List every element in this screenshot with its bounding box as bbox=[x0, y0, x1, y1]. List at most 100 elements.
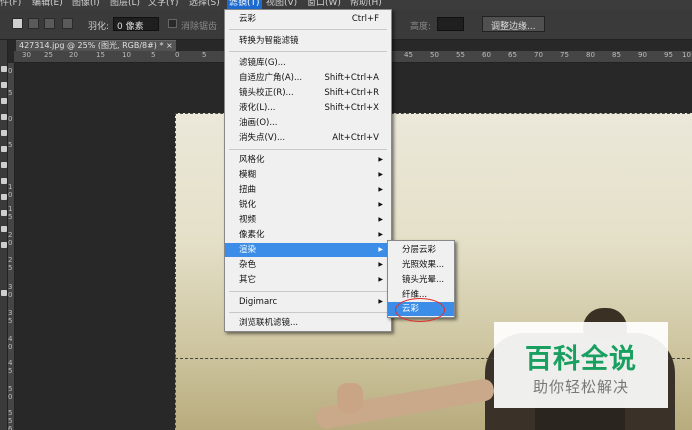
menu-select[interactable]: 选择(S) bbox=[189, 0, 220, 9]
menu-item-label: 浏览联机滤镜... bbox=[239, 318, 299, 328]
document-tab[interactable]: 427314.jpg @ 25% (图光, RGB/8#) * × bbox=[16, 40, 176, 51]
ruler-label: 5 bbox=[8, 264, 13, 272]
ruler-label: 5 bbox=[8, 213, 13, 221]
submenu-arrow-icon: ▶ bbox=[378, 261, 383, 268]
add-selection-icon[interactable] bbox=[28, 18, 39, 29]
submenu-arrow-icon: ▶ bbox=[378, 276, 383, 283]
menu-type[interactable]: 文字(Y) bbox=[148, 0, 179, 9]
ruler-label: 4 bbox=[8, 359, 13, 367]
filter-menu-item-blur[interactable]: 模糊 ▶ bbox=[225, 168, 391, 182]
ruler-label: 65 bbox=[508, 51, 517, 59]
watermark-title: 百科全说 bbox=[525, 344, 637, 375]
filter-menu-item-browse-online[interactable]: 浏览联机滤镜... bbox=[225, 316, 391, 330]
dodge-tool-icon[interactable] bbox=[1, 226, 7, 232]
quick-select-tool-icon[interactable] bbox=[1, 114, 7, 120]
submenu-arrow-icon: ▶ bbox=[378, 231, 383, 238]
gradient-tool-icon[interactable] bbox=[1, 210, 7, 216]
render-item-lighting-effects[interactable]: 光照效果... bbox=[388, 258, 454, 272]
ruler-label: 5 bbox=[202, 51, 207, 59]
antialias-label: 消除锯齿 bbox=[181, 22, 218, 32]
filter-menu-item-stylize[interactable]: 风格化 ▶ bbox=[225, 153, 391, 167]
menu-item-label: 风格化 bbox=[239, 155, 265, 165]
height-input[interactable] bbox=[437, 17, 464, 31]
watermark-subtitle: 助你轻松解决 bbox=[532, 378, 629, 396]
pen-tool-icon[interactable] bbox=[1, 242, 7, 248]
menu-item-shortcut: Alt+Ctrl+V bbox=[332, 133, 379, 143]
lasso-tool-icon[interactable] bbox=[1, 98, 7, 104]
ruler-label: 1 bbox=[8, 205, 13, 213]
ruler-label: 5 bbox=[8, 141, 13, 149]
submenu-arrow-icon: ▶ bbox=[378, 298, 383, 305]
filter-menu: 云彩 Ctrl+F 转换为智能滤镜 滤镜库(G)... 自适应广角(A)... … bbox=[224, 9, 392, 332]
ruler-label: 0 bbox=[8, 239, 13, 247]
ruler-label: 4 bbox=[8, 335, 13, 343]
ruler-label: 6 bbox=[8, 425, 13, 430]
filter-menu-item-sharpen[interactable]: 锐化 ▶ bbox=[225, 198, 391, 212]
subtract-selection-icon[interactable] bbox=[44, 18, 55, 29]
menu-item-label: 像素化 bbox=[239, 230, 265, 240]
intersect-selection-icon[interactable] bbox=[62, 18, 73, 29]
ruler-label: 80 bbox=[586, 51, 595, 59]
new-selection-icon[interactable] bbox=[12, 18, 23, 29]
render-item-difference-clouds[interactable]: 分层云彩 bbox=[388, 243, 454, 257]
menu-item-label: 镜头光晕... bbox=[402, 275, 445, 285]
hand-tool-icon[interactable] bbox=[1, 290, 7, 296]
filter-menu-item-gallery[interactable]: 滤镜库(G)... bbox=[225, 56, 391, 70]
crop-tool-icon[interactable] bbox=[1, 130, 7, 136]
watermark-logo: 百科全说 助你轻松解决 bbox=[494, 322, 668, 408]
eraser-tool-icon[interactable] bbox=[1, 194, 7, 200]
filter-menu-item-liquify[interactable]: 液化(L)... Shift+Ctrl+X bbox=[225, 101, 391, 115]
filter-menu-item-distort[interactable]: 扭曲 ▶ bbox=[225, 183, 391, 197]
ruler-label: 5 bbox=[151, 51, 156, 59]
menu-item-label: 杂色 bbox=[239, 260, 257, 270]
antialias-checkbox[interactable] bbox=[168, 19, 177, 28]
menu-item-label: 模糊 bbox=[239, 170, 257, 180]
menu-item-shortcut: Ctrl+F bbox=[351, 14, 379, 24]
menu-window[interactable]: 窗口(W) bbox=[307, 0, 341, 9]
filter-menu-item-adaptive-wide[interactable]: 自适应广角(A)... Shift+Ctrl+A bbox=[225, 71, 391, 85]
filter-menu-item-lens-correction[interactable]: 镜头校正(R)... Shift+Ctrl+R bbox=[225, 86, 391, 100]
menu-separator bbox=[229, 29, 387, 30]
filter-menu-item-digimarc[interactable]: Digimarc ▶ bbox=[225, 295, 391, 309]
filter-menu-item-render[interactable]: 渲染 ▶ bbox=[225, 243, 391, 257]
menu-item-label: 渲染 bbox=[239, 245, 257, 255]
menu-item-shortcut: Shift+Ctrl+A bbox=[324, 73, 379, 83]
toolbox bbox=[0, 40, 8, 430]
filter-menu-item-noise[interactable]: 杂色 ▶ bbox=[225, 258, 391, 272]
filter-menu-item-video[interactable]: 视频 ▶ bbox=[225, 213, 391, 227]
feather-label: 羽化: bbox=[88, 22, 110, 32]
refine-edge-button[interactable]: 调整边缘... bbox=[482, 16, 545, 32]
ruler-label: 10 bbox=[682, 51, 691, 59]
ruler-label: 3 bbox=[8, 309, 13, 317]
filter-menu-item-vanishing-point[interactable]: 消失点(V)... Alt+Ctrl+V bbox=[225, 131, 391, 145]
move-tool-icon[interactable] bbox=[1, 66, 7, 72]
ruler-label: 90 bbox=[638, 51, 647, 59]
ruler-label: 5 bbox=[8, 367, 13, 375]
brush-tool-icon[interactable] bbox=[1, 162, 7, 168]
eyedropper-tool-icon[interactable] bbox=[1, 146, 7, 152]
feather-input[interactable]: 0 像素 bbox=[113, 17, 159, 32]
menu-edit[interactable]: 编辑(E) bbox=[32, 0, 63, 9]
filter-menu-item-last-filter[interactable]: 云彩 Ctrl+F bbox=[225, 12, 391, 26]
menu-view[interactable]: 视图(V) bbox=[266, 0, 297, 9]
submenu-arrow-icon: ▶ bbox=[378, 156, 383, 163]
menu-bar: 件(F) 编辑(E) 图像(I) 图层(L) 文字(Y) 选择(S) 滤镜(T)… bbox=[0, 0, 692, 9]
vertical-ruler: 0 5 0 5 1 0 1 5 2 0 2 5 3 0 3 5 4 0 4 5 … bbox=[8, 63, 15, 430]
render-item-lens-flare[interactable]: 镜头光晕... bbox=[388, 273, 454, 287]
marquee-tool-icon[interactable] bbox=[1, 82, 7, 88]
menu-filter[interactable]: 滤镜(T) bbox=[227, 0, 262, 9]
filter-menu-item-pixelate[interactable]: 像素化 ▶ bbox=[225, 228, 391, 242]
filter-menu-item-convert-smart[interactable]: 转换为智能滤镜 bbox=[225, 34, 391, 48]
ruler-label: 5 bbox=[8, 385, 13, 393]
submenu-arrow-icon: ▶ bbox=[378, 186, 383, 193]
menu-item-label: 消失点(V)... bbox=[239, 133, 286, 143]
menu-separator bbox=[229, 291, 387, 292]
menu-layer[interactable]: 图层(L) bbox=[110, 0, 140, 9]
ruler-label: 0 bbox=[8, 393, 13, 401]
stamp-tool-icon[interactable] bbox=[1, 178, 7, 184]
filter-menu-item-other[interactable]: 其它 ▶ bbox=[225, 273, 391, 287]
menu-help[interactable]: 帮助(H) bbox=[350, 0, 382, 9]
filter-menu-item-oil-paint[interactable]: 油画(O)... bbox=[225, 116, 391, 130]
menu-file[interactable]: 件(F) bbox=[0, 0, 21, 9]
menu-image[interactable]: 图像(I) bbox=[72, 0, 100, 9]
